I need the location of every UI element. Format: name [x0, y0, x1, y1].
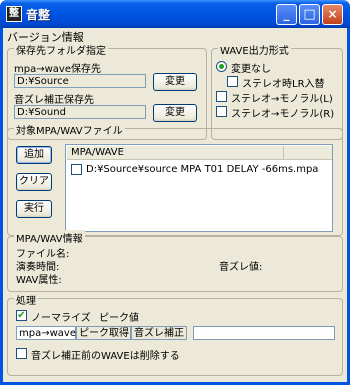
mpa-wave-dest-field[interactable]: D:¥Source: [14, 74, 146, 88]
wav-attr-label: WAV属性:: [16, 275, 62, 286]
title-bar[interactable]: 整 音整 _ □ ×: [0, 0, 350, 28]
clear-button[interactable]: クリア: [16, 173, 52, 191]
column-header-extra[interactable]: [283, 146, 332, 160]
client-area: バージョン情報 保存先フォルダ指定 mpa→wave保存先 D:¥Source …: [3, 28, 347, 382]
mpa-wave-dest-label: mpa→wave保存先: [14, 64, 101, 75]
peak-label: ピーク値: [99, 313, 139, 324]
app-window: 整 音整 _ □ × バージョン情報 保存先フォルダ指定 mpa→wave保存先…: [0, 0, 350, 385]
add-button[interactable]: 追加: [16, 146, 52, 164]
swap-lr-label: ステレオ時LR入替: [242, 79, 325, 90]
change-sync-dest-button[interactable]: 変更: [153, 104, 197, 122]
to-mono-l-checkbox[interactable]: [216, 91, 227, 102]
process-group-label: 処理: [14, 292, 38, 307]
sync-gap-label: 音ズレ値:: [219, 262, 263, 273]
no-change-label: 変更なし: [231, 64, 271, 75]
wave-output-group-label: WAVE出力形式: [218, 42, 291, 57]
close-button[interactable]: ×: [322, 4, 343, 25]
target-files-group-label: 対象MPA/WAVファイル: [14, 122, 125, 137]
column-header-mpa-wave[interactable]: MPA/WAVE: [67, 146, 283, 160]
minimize-button[interactable]: _: [276, 4, 297, 25]
to-mono-l-label: ステレオ→モノラル(L): [231, 94, 333, 105]
delete-original-label: 音ズレ補正前のWAVEは削除する: [31, 351, 180, 362]
status-mpa-wave: mpa→wave: [16, 326, 76, 340]
window-title: 音整: [26, 8, 51, 22]
normalize-checkbox[interactable]: ✔: [16, 310, 27, 321]
run-button[interactable]: 実行: [16, 200, 52, 218]
to-mono-r-checkbox[interactable]: [216, 106, 227, 117]
file-list[interactable]: MPA/WAVE D:¥Source¥source MPA T01 DELAY …: [65, 144, 333, 232]
sync-dest-label: 音ズレ補正保存先: [14, 95, 94, 106]
normalize-label: ノーマライズ: [31, 313, 91, 324]
status-sync: 音ズレ補正: [131, 326, 187, 340]
app-icon[interactable]: 整: [6, 6, 22, 22]
status-peak: ピーク取得: [76, 326, 131, 340]
info-group-label: MPA/WAV情報: [14, 230, 85, 245]
swap-lr-checkbox[interactable]: [227, 76, 238, 87]
progress-bar: [193, 326, 335, 340]
save-folder-group-label: 保存先フォルダ指定: [14, 42, 108, 57]
delete-original-checkbox[interactable]: [16, 348, 27, 359]
to-mono-r-label: ステレオ→モノラル(R): [231, 109, 335, 120]
maximize-button[interactable]: □: [299, 4, 320, 25]
sync-dest-field[interactable]: D:¥Sound: [14, 105, 146, 119]
change-mpa-wave-dest-button[interactable]: 変更: [153, 73, 197, 91]
file-row[interactable]: D:¥Source¥source MPA T01 DELAY -66ms.mpa: [86, 164, 318, 175]
file-row-checkbox[interactable]: [71, 164, 82, 175]
no-change-radio[interactable]: [216, 61, 227, 72]
